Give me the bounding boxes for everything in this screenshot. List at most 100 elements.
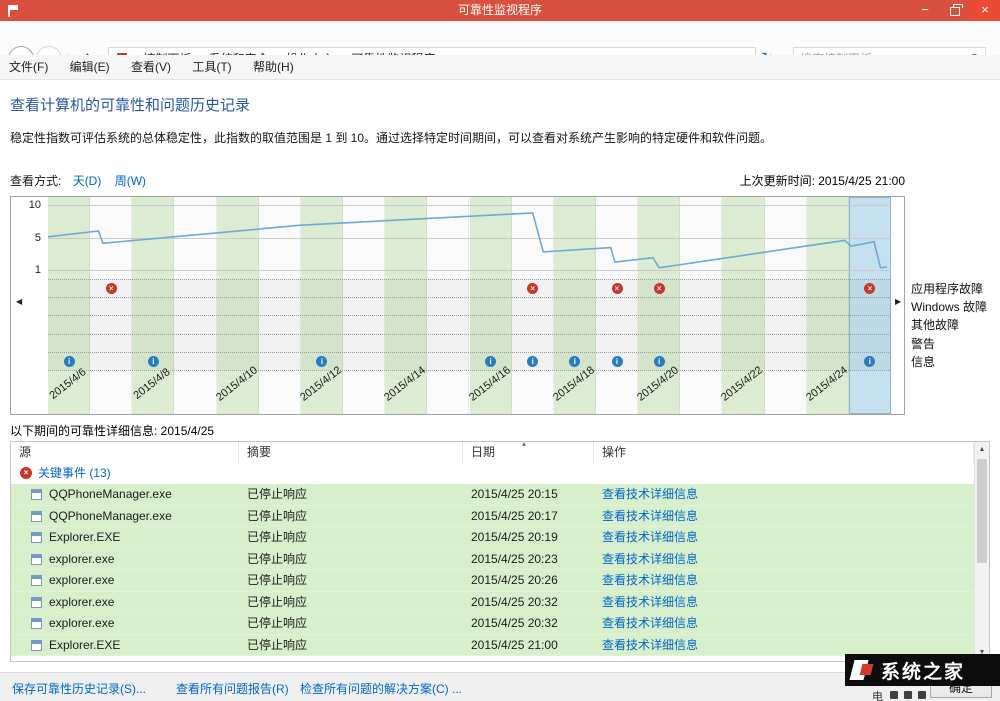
event-source: Explorer.EXE: [49, 635, 120, 656]
view-technical-details-link[interactable]: 查看技术详细信息: [602, 635, 698, 656]
col-header-source[interactable]: 源: [11, 442, 239, 463]
group-label: 关键事件 (13): [38, 463, 111, 484]
view-all-reports-link[interactable]: 查看所有问题报告(R): [176, 680, 289, 697]
view-technical-details-link[interactable]: 查看技术详细信息: [602, 570, 698, 591]
scrollbar-thumb[interactable]: [977, 459, 987, 563]
event-source: QQPhoneManager.exe: [49, 484, 172, 505]
menu-file[interactable]: 文件(F): [0, 55, 57, 79]
application-failure-icon[interactable]: ×: [612, 283, 623, 294]
information-event-icon[interactable]: i: [485, 356, 496, 367]
menu-bar: 文件(F) 编辑(E) 查看(V) 工具(T) 帮助(H): [0, 55, 1000, 80]
event-date: 2015/4/25 20:19: [471, 527, 558, 548]
event-summary: 已停止响应: [247, 549, 307, 570]
application-failure-icon[interactable]: ×: [527, 283, 538, 294]
event-row[interactable]: QQPhoneManager.exe 已停止响应 2015/4/25 20:15 查看…: [11, 484, 974, 506]
y-tick-10: 10: [15, 199, 41, 211]
chart-row-labels: 应用程序故障 Windows 故障 其他故障 警告 信息: [911, 0, 999, 400]
information-event-icon[interactable]: i: [64, 356, 75, 367]
menu-tools[interactable]: 工具(T): [183, 55, 240, 79]
scrollbar-up-icon[interactable]: ▲: [975, 442, 989, 458]
row-label-warnings: 警告: [911, 335, 935, 352]
view-technical-details-link[interactable]: 查看技术详细信息: [602, 484, 698, 505]
col-header-summary[interactable]: 摘要: [239, 442, 463, 463]
event-row[interactable]: Explorer.EXE已停止响应2015/4/25 21:00查看技术详细信息: [11, 635, 974, 657]
information-event-icon[interactable]: i: [148, 356, 159, 367]
view-by-label: 查看方式:: [10, 174, 61, 188]
application-icon: [31, 489, 42, 500]
event-row[interactable]: explorer.exe 已停止响应 2015/4/25 20:32 查看技术详细信息: [11, 613, 974, 635]
event-source: explorer.exe: [49, 570, 114, 591]
error-x-glyph: ×: [24, 468, 29, 477]
sort-ascending-icon: ▴: [522, 439, 526, 448]
col-header-action[interactable]: 操作: [594, 442, 974, 463]
view-technical-details-link[interactable]: 查看技术详细信息: [602, 613, 698, 634]
event-source: explorer.exe: [49, 613, 114, 634]
watermark-text: 系统之家: [881, 657, 965, 684]
navigation-bar: ← → ▾ ↑ › 控制面板 › 系统和安全 › 操作中心 › 可靠性监视程序 …: [0, 21, 1000, 55]
information-event-icon[interactable]: i: [569, 356, 580, 367]
view-technical-details-link[interactable]: 查看技术详细信息: [602, 592, 698, 613]
application-icon: [31, 597, 42, 608]
save-history-link[interactable]: 保存可靠性历史记录(S)...: [12, 680, 146, 697]
tray-icon-1[interactable]: [890, 691, 898, 699]
chart-scroll-left-icon[interactable]: ◀: [16, 297, 22, 306]
critical-error-icon: ×: [20, 467, 32, 479]
check-solutions-link[interactable]: 检查所有问题的解决方案(C) ...: [300, 680, 462, 697]
event-date: 2015/4/25 20:32: [471, 592, 558, 613]
event-date: 2015/4/25 20:26: [471, 570, 558, 591]
view-technical-details-link[interactable]: 查看技术详细信息: [602, 506, 698, 527]
table-body: QQPhoneManager.exe 已停止响应 2015/4/25 20:15 查看…: [11, 484, 974, 656]
table-scrollbar[interactable]: ▲ ▼: [974, 442, 989, 661]
view-technical-details-link[interactable]: 查看技术详细信息: [602, 549, 698, 570]
information-event-icon[interactable]: i: [654, 356, 665, 367]
menu-edit[interactable]: 编辑(E): [61, 55, 119, 79]
information-event-icon[interactable]: i: [527, 356, 538, 367]
tray-text: 电: [872, 688, 883, 701]
event-source: QQPhoneManager.exe: [49, 506, 172, 527]
watermark: 系统之家: [845, 654, 1000, 686]
col-header-date[interactable]: 日期: [463, 442, 594, 463]
group-row-critical-events[interactable]: × 关键事件 (13): [11, 463, 974, 484]
application-icon: [31, 575, 42, 586]
event-row[interactable]: explorer.exe已停止响应2015/4/25 20:23查看技术详细信息: [11, 549, 974, 571]
application-failure-icon[interactable]: ×: [106, 283, 117, 294]
information-event-icon[interactable]: i: [316, 356, 327, 367]
view-by-weeks-link[interactable]: 周(W): [115, 174, 146, 188]
event-date: 2015/4/25 20:15: [471, 484, 558, 505]
reliability-chart[interactable]: 10 5 1 ◀ ▶ i2015/4/6×i2015/4/82015/4/10i…: [10, 196, 905, 415]
page-description: 稳定性指数可评估系统的总体稳定性，此指数的取值范围是 1 到 10。通过选择特定…: [10, 129, 975, 146]
y-tick-5: 5: [15, 232, 41, 244]
chart-plot[interactable]: i2015/4/6×i2015/4/82015/4/10i2015/4/1220…: [48, 197, 891, 414]
page-title: 查看计算机的可靠性和问题历史记录: [10, 94, 250, 115]
application-icon: [31, 554, 42, 565]
last-updated-label: 上次更新时间: 2015/4/25 21:00: [575, 172, 905, 189]
menu-help[interactable]: 帮助(H): [244, 55, 303, 79]
event-date: 2015/4/25 20:17: [471, 506, 558, 527]
reliability-monitor-window: 可靠性监视程序 − × ← → ▾ ↑ › 控制面板 › 系统和安全 › 操作中…: [0, 0, 1000, 701]
view-by-days-link[interactable]: 天(D): [73, 174, 102, 188]
information-event-icon[interactable]: i: [864, 356, 875, 367]
event-summary: 已停止响应: [247, 484, 307, 505]
application-icon: [31, 511, 42, 522]
event-row[interactable]: Explorer.EXE已停止响应2015/4/25 20:19查看技术详细信息: [11, 527, 974, 549]
tray-icon-3[interactable]: [918, 691, 926, 699]
chart-scroll-right-icon[interactable]: ▶: [895, 297, 901, 306]
application-failure-icon[interactable]: ×: [654, 283, 665, 294]
event-date: 2015/4/25 20:32: [471, 613, 558, 634]
event-row[interactable]: explorer.exe已停止响应2015/4/25 20:26查看技术详细信息: [11, 570, 974, 592]
information-event-icon[interactable]: i: [612, 356, 623, 367]
details-period-label: 以下期间的可靠性详细信息: 2015/4/25: [10, 422, 214, 439]
event-row[interactable]: QQPhoneManager.exe已停止响应2015/4/25 20:17查看…: [11, 506, 974, 528]
row-label-other-failures: 其他故障: [911, 316, 959, 333]
event-row[interactable]: explorer.exe已停止响应2015/4/25 20:32查看技术详细信息: [11, 592, 974, 614]
application-failure-icon[interactable]: ×: [864, 283, 875, 294]
event-summary: 已停止响应: [247, 613, 307, 634]
view-technical-details-link[interactable]: 查看技术详细信息: [602, 527, 698, 548]
event-source: explorer.exe: [49, 549, 114, 570]
table-header: 源 摘要 日期 操作 ▴: [11, 442, 974, 464]
menu-view[interactable]: 查看(V): [122, 55, 180, 79]
row-label-windows-failures: Windows 故障: [911, 298, 987, 315]
event-summary: 已停止响应: [247, 527, 307, 548]
titlebar[interactable]: 可靠性监视程序 − ×: [0, 0, 1000, 21]
tray-icon-2[interactable]: [904, 691, 912, 699]
